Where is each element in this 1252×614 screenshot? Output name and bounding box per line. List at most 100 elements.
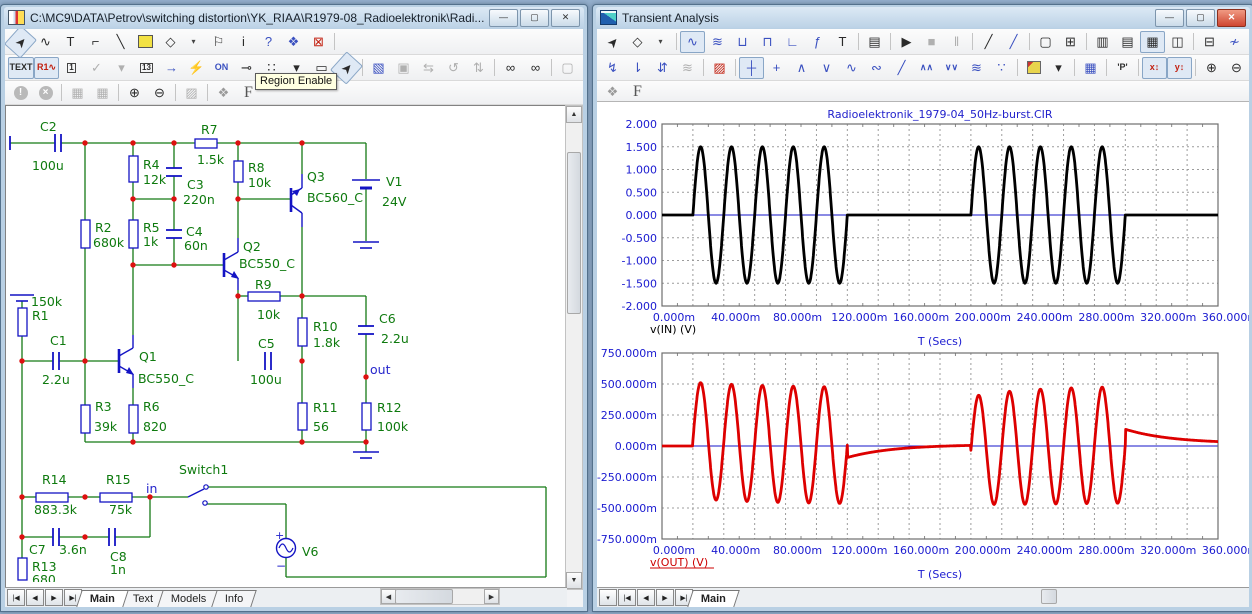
tab-main[interactable]: Main bbox=[687, 590, 740, 607]
f-symbol-icon[interactable]: F bbox=[625, 81, 650, 103]
scroll-thumb[interactable] bbox=[567, 152, 581, 314]
tab-nav-button-0[interactable]: ▾ bbox=[599, 589, 617, 606]
tab-nav-button-1[interactable]: ◀ bbox=[26, 589, 44, 606]
plot-window-icon[interactable]: ▨ bbox=[707, 57, 732, 79]
info-tool-icon[interactable]: i bbox=[231, 31, 256, 53]
power-probe-icon[interactable]: ⚡ bbox=[184, 57, 209, 79]
stack-waves-icon[interactable]: ≋ bbox=[705, 31, 730, 53]
zoom-in-icon[interactable]: ⊕ bbox=[122, 82, 147, 104]
maximize-button[interactable]: ▢ bbox=[1186, 9, 1215, 27]
text-attr-icon[interactable]: TEXT bbox=[8, 57, 34, 79]
cube-drop-icon[interactable]: ▾ bbox=[1046, 57, 1071, 79]
tab-nav-button-2[interactable]: ▶ bbox=[45, 589, 63, 606]
text-tool-icon[interactable]: T bbox=[58, 31, 83, 53]
show-attr-icon[interactable]: R1∿ bbox=[34, 57, 59, 79]
scroll-left-button[interactable]: ◀ bbox=[381, 589, 396, 604]
scroll-thumb[interactable] bbox=[395, 589, 453, 604]
cube-plot-icon[interactable] bbox=[1021, 57, 1046, 79]
fx-curve-icon[interactable]: ƒ bbox=[805, 31, 830, 53]
cursor-vertical-icon[interactable]: + bbox=[764, 57, 789, 79]
node-voltages-icon[interactable]: 13 bbox=[134, 57, 159, 79]
bottom-icon[interactable]: ≋ bbox=[964, 57, 989, 79]
global-high-icon[interactable]: ∧∧ bbox=[914, 57, 939, 79]
picture-region-icon[interactable]: ▧ bbox=[366, 57, 391, 79]
auto-scale-x-icon[interactable]: x↕ bbox=[1142, 57, 1167, 79]
shape-picker-dropdown-icon[interactable]: ▾ bbox=[648, 31, 673, 53]
select-region-icon[interactable]: ▢ bbox=[1033, 31, 1058, 53]
search-icon[interactable]: ∞ bbox=[523, 57, 548, 79]
step-info-icon[interactable]: ! bbox=[8, 82, 33, 104]
region-toggle-icon[interactable]: ⊠ bbox=[306, 31, 331, 53]
tab-info[interactable]: Info bbox=[211, 590, 257, 607]
stop-circle-icon[interactable]: × bbox=[33, 82, 58, 104]
p-key-icon[interactable]: 'P' bbox=[1110, 57, 1135, 79]
low-icon[interactable]: ∾ bbox=[864, 57, 889, 79]
cursor-down-icon[interactable]: ⇂ bbox=[625, 57, 650, 79]
help-pointer-icon[interactable]: ? bbox=[256, 31, 281, 53]
current-probe-icon[interactable]: → bbox=[159, 57, 184, 79]
global-low-icon[interactable]: ∨∨ bbox=[939, 57, 964, 79]
ortho-wire-icon[interactable]: ⌐ bbox=[83, 31, 108, 53]
hold-scale-icon[interactable]: ⊔ bbox=[730, 31, 755, 53]
splitter-handle[interactable] bbox=[1041, 589, 1057, 604]
scroll-right-button[interactable]: ▶ bbox=[484, 589, 499, 604]
overlay-cursor-icon[interactable]: ≁ bbox=[1222, 31, 1247, 53]
panel-horizontal-icon[interactable]: ▤ bbox=[1115, 31, 1140, 53]
line-tool-icon[interactable]: ╲ bbox=[108, 31, 133, 53]
panel-grid-icon[interactable]: ▦ bbox=[1140, 31, 1165, 53]
titlebar[interactable]: C:\MC9\DATA\Petrov\switching distortion\… bbox=[4, 7, 584, 28]
web-page-icon[interactable]: ❖ bbox=[281, 31, 306, 53]
text-tool-icon[interactable]: T bbox=[830, 31, 855, 53]
minimize-button[interactable]: — bbox=[1155, 9, 1184, 27]
scroll-down-button[interactable]: ▼ bbox=[566, 572, 582, 589]
globe-icon[interactable]: ❖ bbox=[600, 81, 625, 103]
numeric-output-icon[interactable]: ▦ bbox=[1078, 57, 1103, 79]
tab-nav-button-0[interactable]: |◀ bbox=[7, 589, 25, 606]
properties-icon[interactable]: ▤ bbox=[862, 31, 887, 53]
tab-nav-button-2[interactable]: ◀ bbox=[637, 589, 655, 606]
peak-icon[interactable]: ∧ bbox=[789, 57, 814, 79]
close-button[interactable]: ✕ bbox=[551, 9, 580, 27]
panel-vertical-icon[interactable]: ▥ bbox=[1090, 31, 1115, 53]
flag-tool-icon[interactable]: ⚐ bbox=[206, 31, 231, 53]
maximize-button[interactable]: ▢ bbox=[520, 9, 549, 27]
run-icon[interactable]: ▶ bbox=[894, 31, 919, 53]
line-tool-icon[interactable]: ╱ bbox=[976, 31, 1001, 53]
inflection-icon[interactable]: ╱ bbox=[889, 57, 914, 79]
valley-icon[interactable]: ∨ bbox=[814, 57, 839, 79]
close-button[interactable]: ✕ bbox=[1217, 9, 1246, 27]
titlebar[interactable]: Transient Analysis — ▢ ✕ bbox=[596, 7, 1250, 28]
wire-mode-icon[interactable]: ∿ bbox=[33, 31, 58, 53]
panel-columns-icon[interactable]: ◫ bbox=[1165, 31, 1190, 53]
tab-nav-button-1[interactable]: |◀ bbox=[618, 589, 636, 606]
tab-nav-button-3[interactable]: ▶ bbox=[656, 589, 674, 606]
polyline-tool-icon[interactable]: ╱ bbox=[1001, 31, 1026, 53]
node-numbers-icon[interactable]: 1 bbox=[59, 57, 84, 79]
sample-display-icon[interactable]: ∟ bbox=[780, 31, 805, 53]
tab-main[interactable]: Main bbox=[76, 590, 129, 607]
cursor-both-icon[interactable]: ⇵ bbox=[650, 57, 675, 79]
component-chip-icon[interactable] bbox=[133, 31, 158, 53]
select-curve-icon[interactable]: ∿ bbox=[680, 31, 705, 53]
top-icon[interactable]: ∵ bbox=[989, 57, 1014, 79]
shape-picker-icon[interactable]: ◇ bbox=[158, 31, 183, 53]
zoom-in-icon[interactable]: ⊕ bbox=[1199, 57, 1224, 79]
zoom-out-icon[interactable]: ⊖ bbox=[147, 82, 172, 104]
grid-box-icon[interactable]: ⊞ bbox=[1058, 31, 1083, 53]
condition-on-icon[interactable]: ON bbox=[209, 57, 234, 79]
plot-area[interactable]: 2.0001.5001.0000.5000.000-0.500-1.000-1.… bbox=[597, 101, 1249, 589]
high-icon[interactable]: ∿ bbox=[839, 57, 864, 79]
shape-picker-dropdown-icon[interactable]: ▾ bbox=[181, 31, 206, 53]
shape-picker-icon[interactable]: ◇ bbox=[625, 31, 650, 53]
cursor-next-left-icon[interactable]: ↯ bbox=[600, 57, 625, 79]
minimize-button[interactable]: — bbox=[489, 9, 518, 27]
schematic-canvas[interactable]: C2100uR71.5kR412kC3220nR810kQ3BC560_CV12… bbox=[5, 105, 568, 589]
vertical-scrollbar[interactable]: ▲ ▼ bbox=[565, 105, 583, 590]
cursor-horizontal-icon[interactable]: ┼ bbox=[739, 57, 764, 79]
split-plot-icon[interactable]: ⊟ bbox=[1197, 31, 1222, 53]
find-component-icon[interactable]: ∞ bbox=[498, 57, 523, 79]
scroll-up-button[interactable]: ▲ bbox=[566, 106, 582, 123]
auto-scale-y-icon[interactable]: y↕ bbox=[1167, 57, 1192, 79]
globe-icon[interactable]: ❖ bbox=[211, 82, 236, 104]
step-display-icon[interactable]: ⊓ bbox=[755, 31, 780, 53]
